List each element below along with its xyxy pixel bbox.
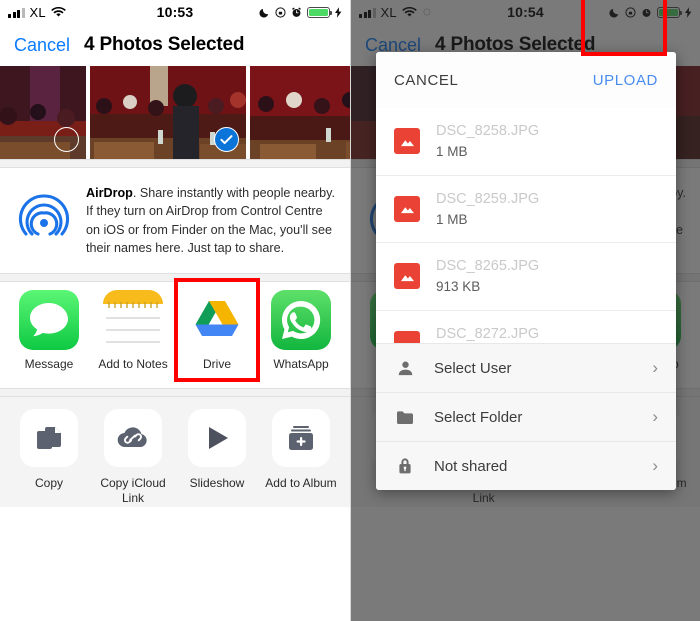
person-icon (394, 360, 416, 377)
photo-selected-indicator[interactable] (214, 127, 239, 152)
share-app-row: Message Add to Notes Drive WhatsApp (0, 278, 350, 382)
battery-icon (307, 6, 332, 18)
upload-file-info: DSC_8265.JPG 913 KB (436, 256, 539, 297)
add-to-album-icon (272, 408, 330, 467)
action-label: Slideshow (189, 475, 245, 490)
upload-file-row[interactable]: DSC_8272.JPG 906 KB (376, 309, 676, 343)
copy-icon (20, 408, 78, 467)
photo-selected-indicator[interactable] (54, 127, 79, 152)
photo-thumbnail[interactable] (0, 66, 86, 159)
option-sharing-status[interactable]: Not shared › (376, 441, 676, 490)
share-app-label: WhatsApp (273, 357, 329, 371)
option-label: Not shared (434, 457, 508, 475)
upload-file-row[interactable]: DSC_8259.JPG 1 MB (376, 174, 676, 243)
whatsapp-icon (271, 290, 331, 350)
photo-thumbnail-strip (0, 66, 350, 159)
upload-options-list: Select User › Select Folder › Not shared… (376, 343, 676, 490)
airdrop-title: AirDrop (86, 186, 133, 200)
image-file-icon (394, 128, 420, 155)
airdrop-section: AirDrop. Share instantly with people nea… (0, 168, 350, 273)
upload-file-size: 1 MB (436, 144, 468, 160)
option-select-user[interactable]: Select User › (376, 343, 676, 392)
upload-dialog: CANCEL UPLOAD DSC_8258.JPG 1 MB DSC_8259… (376, 52, 676, 490)
upload-file-list[interactable]: DSC_8258.JPG 1 MB DSC_8259.JPG 1 MB DSC_… (376, 108, 676, 343)
action-slideshow[interactable]: Slideshow (178, 408, 256, 507)
section-divider (0, 387, 350, 397)
image-file-icon (394, 263, 420, 290)
action-label: Add to Album (265, 475, 337, 490)
upload-file-row[interactable]: DSC_8258.JPG 1 MB (376, 108, 676, 175)
chevron-right-icon: › (652, 358, 658, 377)
photo-image (250, 66, 350, 159)
left-phone-panel: XL 10:53 Cancel 4 Photos Selected AirDro… (0, 0, 350, 621)
option-label: Select Folder (434, 408, 523, 426)
action-copy-icloud-link[interactable]: Copy iCloud Link (94, 408, 172, 507)
action-add-to-album[interactable]: Add to Album (262, 408, 340, 507)
upload-file-size: 1 MB (436, 211, 468, 227)
action-label: Copy iCloud Link (100, 475, 166, 506)
right-phone-panel: XL 10:54 Cancel 4 Photos Selected (350, 0, 700, 621)
page-title: 4 Photos Selected (84, 34, 245, 55)
upload-file-name: DSC_8265.JPG (436, 258, 540, 275)
google-drive-icon (187, 290, 247, 350)
upload-file-name: DSC_8272.JPG (436, 325, 540, 342)
cloud-link-icon (104, 408, 162, 467)
share-app-drive[interactable]: Drive (174, 278, 260, 382)
action-copy[interactable]: Copy (10, 408, 88, 507)
action-row: Copy Copy iCloud Link Slideshow (0, 397, 350, 507)
photo-thumbnail[interactable] (250, 66, 350, 159)
option-label: Select User (434, 359, 512, 377)
image-file-icon (394, 195, 420, 222)
upload-highlight-box (581, 0, 667, 56)
screenshot-stage: XL 10:53 Cancel 4 Photos Selected AirDro… (0, 0, 700, 621)
share-app-label: Message (24, 357, 74, 371)
option-select-folder[interactable]: Select Folder › (376, 392, 676, 441)
share-app-whatsapp[interactable]: WhatsApp (262, 290, 340, 372)
share-app-message[interactable]: Message (10, 290, 88, 372)
image-file-icon (394, 331, 420, 343)
upload-file-name: DSC_8259.JPG (436, 190, 540, 207)
dialog-cancel-button[interactable]: CANCEL (394, 72, 458, 89)
status-bar: XL 10:53 (0, 0, 350, 24)
folder-icon (394, 410, 416, 425)
airdrop-description: AirDrop. Share instantly with people nea… (86, 184, 336, 257)
action-label: Copy (34, 475, 63, 490)
upload-file-size: 913 KB (436, 279, 481, 295)
checkmark-icon (220, 135, 233, 145)
lock-icon (394, 457, 416, 475)
share-app-label: Add to Notes (98, 357, 168, 371)
notes-icon (103, 290, 163, 350)
actions-section: Copy Copy iCloud Link Slideshow (0, 396, 350, 507)
share-app-notes[interactable]: Add to Notes (94, 290, 172, 372)
messages-icon (19, 290, 79, 350)
upload-file-info: DSC_8258.JPG 1 MB (436, 121, 539, 162)
airdrop-icon (18, 194, 70, 236)
upload-file-info: DSC_8259.JPG 1 MB (436, 189, 539, 230)
status-bar-time: 10:53 (156, 4, 194, 20)
chevron-right-icon: › (652, 456, 658, 475)
cancel-button[interactable]: Cancel (14, 35, 70, 56)
chevron-right-icon: › (652, 407, 658, 426)
dialog-upload-button[interactable]: UPLOAD (593, 72, 658, 89)
play-icon (188, 408, 246, 467)
upload-file-name: DSC_8258.JPG (436, 123, 540, 139)
upload-dialog-header: CANCEL UPLOAD (376, 52, 676, 108)
section-divider (0, 159, 350, 168)
navigation-bar: Cancel 4 Photos Selected (0, 24, 350, 66)
upload-file-info: DSC_8272.JPG 906 KB (436, 324, 539, 343)
photo-thumbnail[interactable] (90, 66, 246, 159)
upload-file-row[interactable]: DSC_8265.JPG 913 KB (376, 242, 676, 310)
